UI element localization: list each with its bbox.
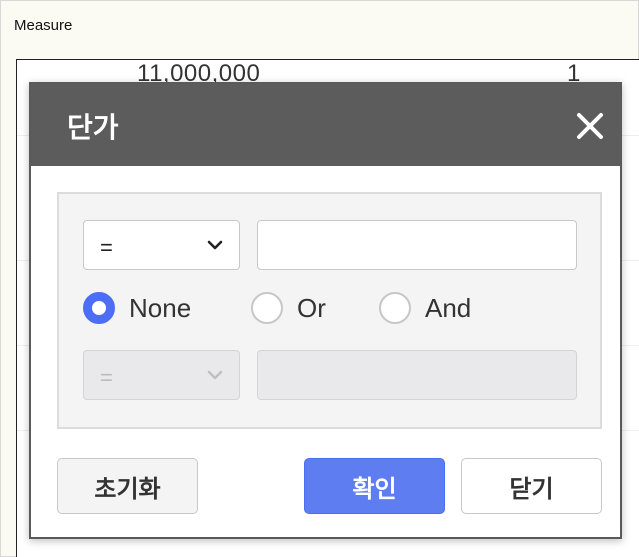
chevron-down-icon [207, 240, 223, 250]
radio-or-label: Or [297, 292, 326, 323]
value-input-2[interactable] [257, 350, 577, 400]
radio-none[interactable]: None [83, 290, 191, 326]
radio-and-dot [379, 292, 411, 324]
filter-panel: = None Or And = [57, 192, 602, 429]
radio-none-label: None [129, 292, 192, 323]
radio-or[interactable]: Or [251, 290, 326, 326]
close-icon [577, 113, 603, 139]
operator-select-1-value: = [100, 235, 113, 260]
value-input-1[interactable] [257, 220, 577, 270]
close-dialog-button[interactable]: 닫기 [461, 458, 602, 514]
ok-button[interactable]: 확인 [304, 458, 445, 514]
radio-or-dot [251, 292, 283, 324]
operator-select-1[interactable]: = [83, 220, 240, 270]
radio-none-dot [83, 292, 115, 324]
measure-header: Measure [14, 17, 73, 34]
filter-dialog: 단가 = None Or And = 초기화 확인 닫기 [29, 82, 622, 539]
operator-select-2[interactable]: = [83, 350, 240, 400]
dialog-title: 단가 [67, 111, 119, 144]
radio-and-label: And [425, 292, 472, 323]
operator-select-2-value: = [100, 365, 113, 390]
close-button[interactable] [570, 106, 610, 146]
radio-and[interactable]: And [379, 290, 471, 326]
reset-button[interactable]: 초기화 [57, 458, 198, 514]
dialog-titlebar: 단가 [31, 84, 620, 166]
chevron-down-icon [207, 370, 223, 380]
